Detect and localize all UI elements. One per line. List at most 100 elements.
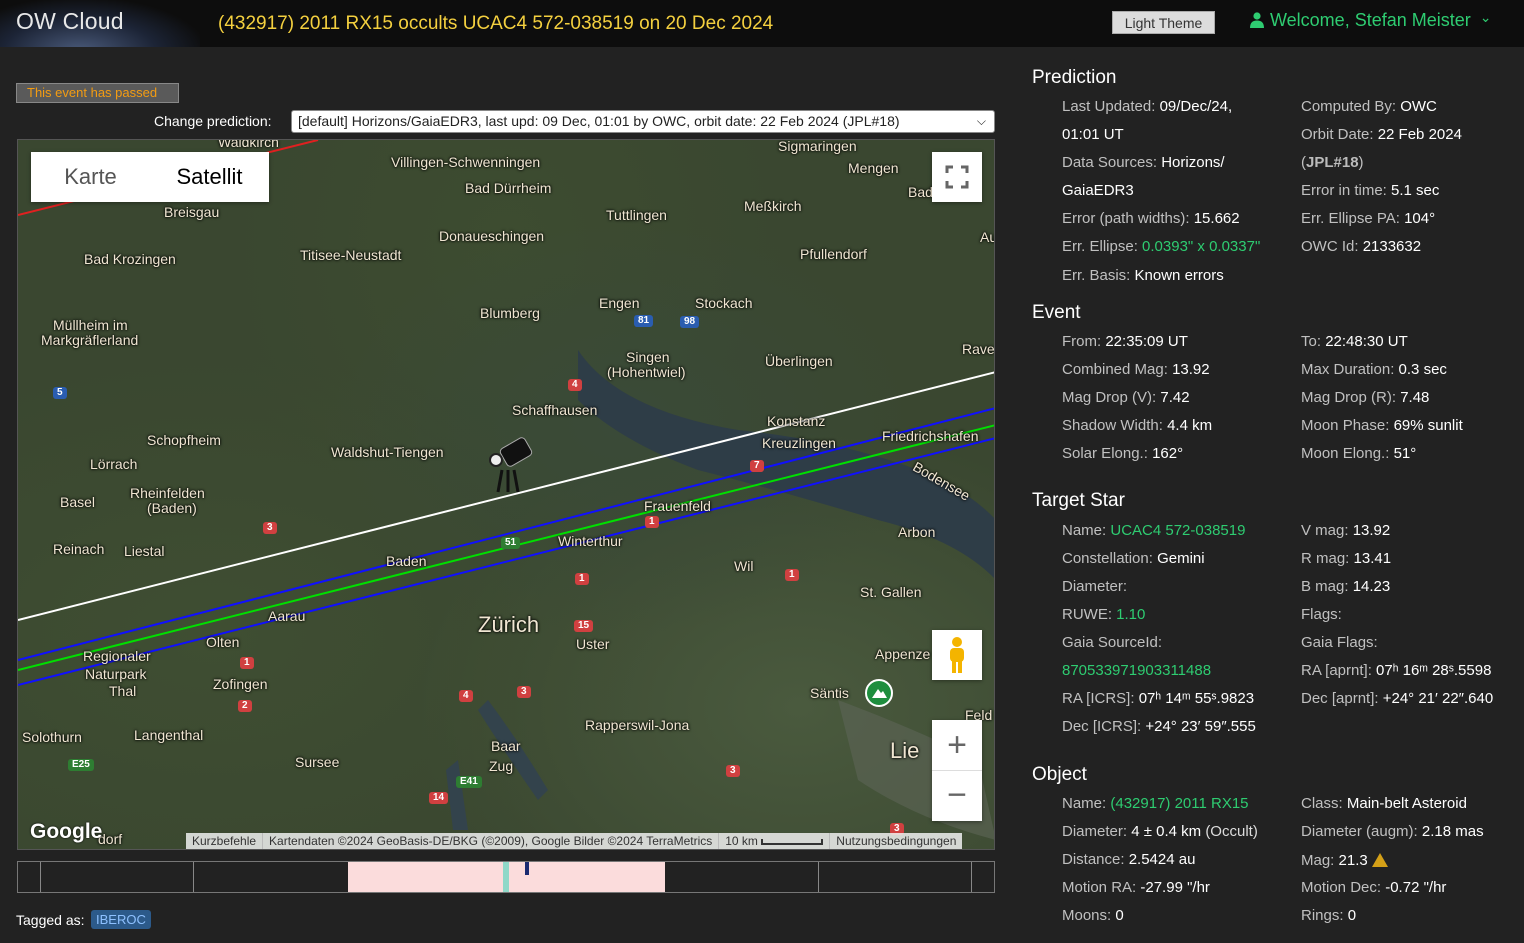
- map-label: Appenze: [875, 646, 931, 662]
- map-label: Titisee-Neustadt: [300, 247, 402, 263]
- user-icon: [1250, 12, 1264, 28]
- terms-link[interactable]: Nutzungsbedingungen: [829, 833, 962, 849]
- moon-elongation: Moon Elong.: 51°: [1301, 445, 1417, 462]
- map-label: Säntis: [810, 685, 849, 701]
- road-badge: 98: [680, 316, 700, 328]
- map-label: Friedrichshafen: [882, 428, 979, 444]
- prediction-select-value: [default] Horizons/GaiaEDR3, last upd: 0…: [298, 113, 900, 129]
- event-from: From: 22:35:09 UT: [1062, 333, 1188, 350]
- star-name-link[interactable]: UCAC4 572-038519: [1110, 522, 1245, 539]
- top-bar: OW Cloud (432917) 2011 RX15 occults UCAC…: [0, 0, 1524, 47]
- map-label: Zug: [489, 758, 514, 774]
- map-label: Sursee: [295, 754, 340, 770]
- moon-phase: Moon Phase: 69% sunlit: [1301, 417, 1463, 434]
- solar-elongation: Solar Elong.: 162°: [1062, 445, 1184, 462]
- map-label: Sigmaringen: [778, 139, 857, 154]
- map-label: Regionaler: [83, 648, 151, 664]
- orbit-ref-link[interactable]: JPL#18: [1306, 154, 1359, 171]
- object-name-link[interactable]: (432917) 2011 RX15: [1110, 795, 1248, 812]
- star-b-mag: B mag: 14.23: [1301, 578, 1391, 595]
- orbit-date: Orbit Date: 22 Feb 2024: [1301, 126, 1462, 143]
- timeline-handle[interactable]: [525, 862, 529, 875]
- max-duration: Max Duration: 0.3 sec: [1301, 361, 1447, 378]
- map-label: Rave: [962, 341, 995, 357]
- combined-mag: Combined Mag: 13.92: [1062, 361, 1210, 378]
- warning-icon[interactable]: [1371, 853, 1388, 867]
- prediction-select[interactable]: [default] Horizons/GaiaEDR3, last upd: 0…: [291, 110, 995, 133]
- pegman-icon: [950, 637, 964, 673]
- map-label: Villingen-Schwenningen: [391, 154, 541, 170]
- light-theme-button[interactable]: Light Theme: [1112, 11, 1215, 34]
- computed-by: Computed By: OWC: [1301, 98, 1437, 115]
- map-attribution: Kurzbefehle Kartendaten ©2024 GeoBasis-D…: [186, 833, 963, 849]
- map-label: Rapperswil-Jona: [585, 717, 690, 733]
- object-title: Object: [1032, 764, 1087, 785]
- map-scale[interactable]: 10 km: [718, 833, 829, 849]
- map-label: Engen: [599, 295, 640, 311]
- map-label: Konstanz: [767, 413, 826, 429]
- map-label: (Hohentwiel): [607, 364, 686, 380]
- map-label: Baden: [386, 553, 427, 569]
- lake-zug: [446, 760, 468, 830]
- data-sources-cont: GaiaEDR3: [1062, 182, 1134, 199]
- map-label: Tuttlingen: [606, 207, 667, 223]
- map-label: Frauenfeld: [644, 498, 711, 514]
- map-label: Waldshut-Tiengen: [331, 444, 444, 460]
- map-label: Mengen: [848, 160, 899, 176]
- tag-badge[interactable]: IBEROC: [91, 910, 151, 929]
- object-diameter-augm: Diameter (augm): 2.18 mas: [1301, 823, 1484, 840]
- road-badge: 5: [53, 387, 67, 399]
- street-view-button[interactable]: [932, 630, 982, 680]
- road-badge: 81: [634, 315, 654, 327]
- shadow-width: Shadow Width: 4.4 km: [1062, 417, 1213, 434]
- object-diameter: Diameter: 4 ± 0.4 km (Occult): [1062, 823, 1258, 840]
- map-label: Schaffhausen: [512, 402, 598, 418]
- map-label: Zürich: [478, 612, 540, 637]
- object-name: Name: (432917) 2011 RX15: [1062, 795, 1249, 812]
- map-label: Rheinfelden: [130, 485, 205, 501]
- map-label: Überlingen: [765, 353, 833, 369]
- ra-apparent: RA [aprnt]: 07ʰ 16ᵐ 28ˢ.5598: [1301, 662, 1492, 679]
- app-logo[interactable]: OW Cloud: [0, 0, 200, 47]
- map-label: Schopfheim: [147, 432, 221, 448]
- road-badge: 7: [750, 460, 764, 472]
- error-ellipse: Err. Ellipse: 0.0393" x 0.0337": [1062, 238, 1261, 255]
- road-badge: 3: [263, 522, 277, 534]
- last-updated: Last Updated: 09/Dec/24,: [1062, 98, 1233, 115]
- map-label: Langenthal: [134, 727, 204, 743]
- error-ellipse-link[interactable]: 0.0393" x 0.0337": [1142, 238, 1260, 255]
- gaia-source-id-link[interactable]: 870533971903311488: [1062, 662, 1211, 679]
- user-menu[interactable]: Welcome, Stefan Meister ⌄: [1250, 9, 1492, 31]
- map-label: Bad Dürrheim: [465, 180, 552, 196]
- rings: Rings: 0: [1301, 907, 1357, 924]
- keyboard-shortcuts-link[interactable]: Kurzbefehle: [186, 833, 262, 849]
- timeline-tick: [971, 862, 972, 892]
- change-prediction-label: Change prediction:: [154, 113, 272, 129]
- map-label: Zofingen: [213, 676, 268, 692]
- map-label: Basel: [60, 494, 96, 510]
- telescope-icon: [489, 437, 533, 493]
- map-label: Naturpark: [85, 666, 147, 682]
- ra-icrs: RA [ICRS]: 07ʰ 14ᵐ 55ˢ.9823: [1062, 690, 1255, 707]
- occultation-map[interactable]: Waldkirch Villingen-Schwenningen Sigmari…: [17, 139, 995, 850]
- mountain-pin-icon: [865, 679, 893, 707]
- map-type-satellit[interactable]: Satellit: [150, 152, 269, 202]
- map-label: Stockach: [695, 295, 753, 311]
- timeline-tick: [193, 862, 194, 892]
- fullscreen-button[interactable]: [932, 152, 982, 202]
- star-v-mag: V mag: 13.92: [1301, 522, 1391, 539]
- zoom-out-button[interactable]: −: [932, 771, 982, 821]
- map-label: Lörrach: [90, 456, 138, 472]
- map-label: Meßkirch: [744, 198, 802, 214]
- ruwe-link[interactable]: 1.10: [1116, 606, 1145, 623]
- map-data-credit: Kartendaten ©2024 GeoBasis-DE/BKG (©2009…: [262, 833, 718, 849]
- map-label: Reinach: [53, 541, 105, 557]
- road-badge: 15: [574, 620, 594, 632]
- map-type-karte[interactable]: Karte: [31, 152, 150, 202]
- error-path-widths: Error (path widths): 15.662: [1062, 210, 1240, 227]
- zoom-in-button[interactable]: +: [932, 721, 982, 771]
- timeline-slider[interactable]: [17, 861, 995, 893]
- mag-drop-r: Mag Drop (R): 7.48: [1301, 389, 1430, 406]
- road-badge: 3: [517, 686, 531, 698]
- central-time-marker: [503, 862, 509, 892]
